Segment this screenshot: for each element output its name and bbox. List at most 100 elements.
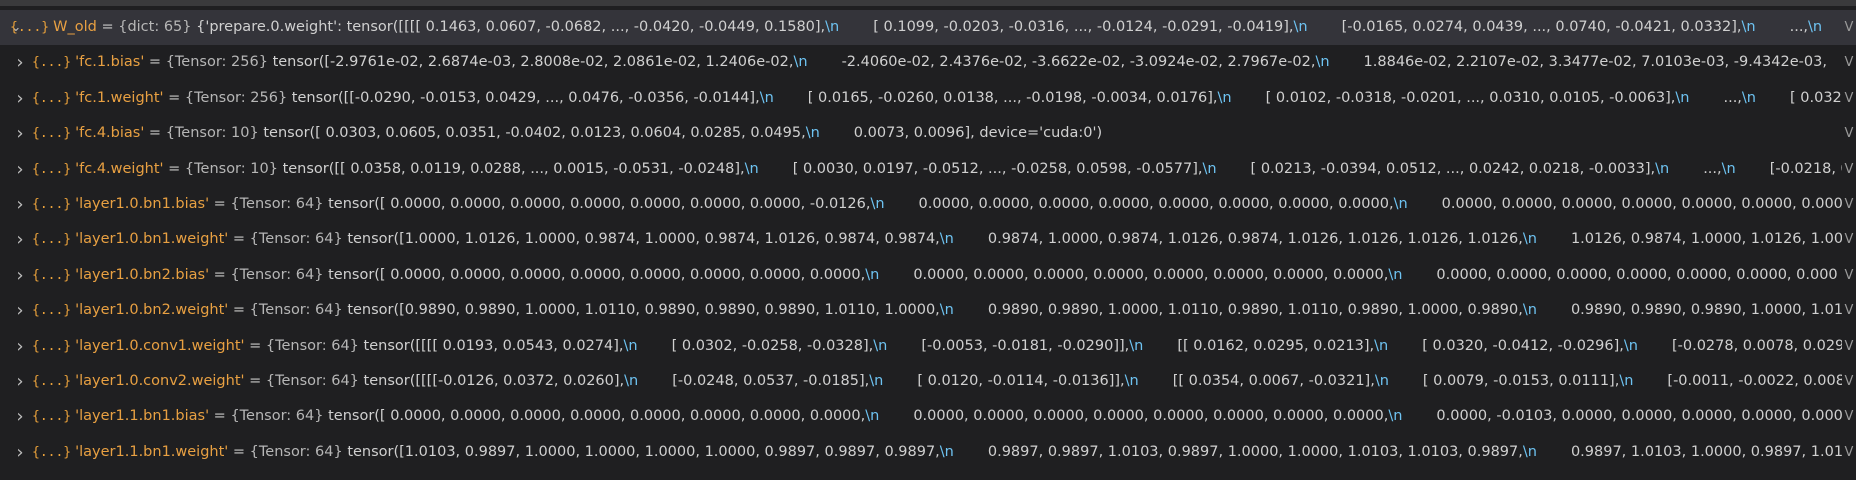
view-more-icon[interactable]: V — [1842, 328, 1856, 364]
equals-sign: = — [144, 54, 166, 71]
newline-escape: \n — [1675, 89, 1690, 106]
variable-row[interactable]: › {...}'layer1.1.bn1.weight' = {Tensor: 6… — [0, 434, 1856, 471]
chevron-right-icon[interactable]: › — [14, 187, 26, 222]
view-more-icon[interactable]: V — [1842, 363, 1856, 400]
chevron-right-icon[interactable]: › — [14, 152, 26, 187]
view-more-icon[interactable]: V — [1842, 10, 1856, 46]
view-more-icon[interactable]: V — [1842, 45, 1856, 81]
view-more-icon[interactable]: V — [1842, 80, 1856, 117]
variable-row[interactable]: › {...}'layer1.0.conv1.weight' = {Tensor:… — [0, 328, 1856, 364]
equals-sign: = — [244, 337, 266, 354]
value-segment: [-0.0278, 0.0078, 0.029 — [1671, 337, 1845, 354]
variable-row[interactable]: › {...}'fc.1.weight' = {Tensor: 256} tens… — [0, 80, 1856, 117]
value-segment: [ 0.0320, -0.0412, -0.0296], — [1422, 337, 1624, 354]
variable-row[interactable]: › {...}'fc.4.bias' = {Tensor: 10} tensor(… — [0, 116, 1856, 152]
view-more-icon[interactable]: V — [1842, 116, 1856, 152]
view-more-icon[interactable]: V — [1842, 399, 1856, 435]
dict-icon: {...} — [32, 161, 72, 177]
dict-icon: {...} — [10, 20, 50, 35]
equals-sign: = — [228, 302, 250, 319]
value-segment: [-0.0011, -0.0022, 0.008 — [1667, 372, 1845, 389]
root-variable-row[interactable]: ⌄ {...} W_old = {dict: 65} {'prepare.0.wei… — [0, 10, 1856, 46]
value-segment: 0.9890, 0.9890, 0.9890, 1.0000, 1.0110, … — [1570, 302, 1848, 319]
dict-icon: {...} — [32, 196, 72, 212]
view-more-icon[interactable]: V — [1842, 257, 1856, 294]
newline-escape: \n — [805, 125, 820, 142]
value-segment: 0.0000, 0.0000, 0.0000, 0.0000, 0.0000, … — [1436, 266, 1838, 283]
value-segment: tensor([ 0.0000, 0.0000, 0.0000, 0.0000,… — [328, 408, 866, 425]
variable-type: {Tensor: 64} — [265, 337, 364, 354]
value-segment: tensor([-2.9761e-02, 2.6874e-03, 2.8008e… — [272, 54, 794, 71]
newline-escape: \n — [1129, 337, 1144, 354]
chevron-right-icon[interactable]: › — [14, 293, 26, 328]
variable-row[interactable]: › {...}'layer1.0.bn1.bias' = {Tensor: 64}… — [0, 186, 1856, 223]
equals-sign: = — [163, 89, 185, 106]
newline-escape: \n — [623, 337, 638, 354]
value-segment: 0.0000, 0.0000, 0.0000, 0.0000, 0.0000, … — [918, 195, 1394, 212]
newline-escape: \n — [1619, 372, 1634, 389]
value-segment: tensor([ 0.0000, 0.0000, 0.0000, 0.0000,… — [328, 195, 871, 212]
value-segment: [ 0.0102, -0.0318, -0.0201, ..., 0.0310,… — [1265, 89, 1676, 106]
row-content: {...}'fc.4.weight' = {Tensor: 10} tensor… — [32, 152, 1848, 187]
newline-escape: \n — [873, 337, 888, 354]
value-segment: tensor([[-0.0290, -0.0153, 0.0429, ..., … — [291, 89, 760, 106]
value-segment: 0.9897, 1.0103, 1.0000, 0.9897, 1.0103, … — [1570, 443, 1848, 460]
variable-type: {Tensor: 64} — [249, 231, 348, 248]
variable-name: 'layer1.0.bn1.bias' — [75, 195, 210, 212]
variable-name: 'layer1.1.bn1.bias' — [75, 408, 210, 425]
view-more-icon[interactable]: V — [1842, 434, 1856, 471]
variable-row[interactable]: › {...}'fc.4.weight' = {Tensor: 10} tenso… — [0, 151, 1856, 187]
dict-icon: {...} — [32, 409, 72, 425]
variable-row[interactable]: › {...}'layer1.0.bn2.weight' = {Tensor: 6… — [0, 293, 1856, 329]
variable-name: 'fc.1.weight' — [75, 89, 164, 106]
newline-escape: \n — [1388, 408, 1403, 425]
value-segment: 0.9874, 1.0000, 0.9874, 1.0126, 0.9874, … — [987, 231, 1523, 248]
variable-name: 'fc.1.bias' — [75, 54, 145, 71]
row-content: {...}'fc.1.weight' = {Tensor: 256} tenso… — [32, 81, 1848, 116]
newline-escape: \n — [825, 19, 840, 35]
newline-escape: \n — [624, 372, 639, 389]
dict-icon: {...} — [32, 126, 72, 142]
value-segment: 0.0000, 0.0000, 0.0000, 0.0000, 0.0000, … — [913, 266, 1389, 283]
variable-row[interactable]: › {...}'fc.1.bias' = {Tensor: 256} tensor… — [0, 45, 1856, 81]
variable-type: {Tensor: 64} — [265, 372, 364, 389]
value-segment: tensor([ 0.0000, 0.0000, 0.0000, 0.0000,… — [328, 266, 866, 283]
variable-row[interactable]: › {...}'layer1.1.bn1.bias' = {Tensor: 64}… — [0, 399, 1856, 435]
chevron-right-icon[interactable]: › — [14, 116, 26, 151]
view-more-icon[interactable]: V — [1842, 186, 1856, 223]
value-segment: [ 0.0165, -0.0260, 0.0138, ..., -0.0198,… — [807, 89, 1218, 106]
variables-tree: ⌄ {...} W_old = {dict: 65} {'prepare.0.wei… — [0, 10, 1856, 471]
row-content: {...}'layer1.1.bn1.bias' = {Tensor: 64} … — [32, 399, 1848, 434]
chevron-right-icon[interactable]: › — [14, 364, 26, 399]
dict-icon: {...} — [32, 232, 72, 248]
row-content: {...}'layer1.0.bn1.bias' = {Tensor: 64} … — [32, 187, 1848, 222]
value-segment: tensor([ 0.0303, 0.0605, 0.0351, -0.0402… — [263, 125, 806, 142]
chevron-right-icon[interactable]: › — [14, 258, 26, 293]
view-more-icon[interactable]: V — [1842, 293, 1856, 329]
newline-escape: \n — [793, 54, 808, 71]
value-segment: tensor([[ 0.0358, 0.0119, 0.0288, ..., 0… — [282, 160, 745, 177]
variable-name: 'fc.4.bias' — [75, 125, 145, 142]
view-more-icon[interactable]: V — [1842, 222, 1856, 258]
value-segment: 0.0000, -0.0103, 0.0000, 0.0000, 0.0000,… — [1436, 408, 1843, 425]
view-more-icon[interactable]: V — [1842, 151, 1856, 187]
dict-icon: {...} — [32, 338, 72, 354]
chevron-right-icon[interactable]: › — [14, 45, 26, 80]
chevron-right-icon[interactable]: › — [14, 399, 26, 434]
newline-escape: \n — [1741, 19, 1756, 35]
chevron-right-icon[interactable]: › — [14, 81, 26, 116]
newline-escape: \n — [1808, 19, 1823, 35]
value-segment: [ 0.0320, -0.03 — [1790, 89, 1848, 106]
value-segment: 0.9890, 0.9890, 1.0000, 1.0110, 0.9890, … — [987, 302, 1523, 319]
variable-row[interactable]: › {...}'layer1.0.bn2.bias' = {Tensor: 64}… — [0, 257, 1856, 294]
chevron-right-icon[interactable]: › — [14, 435, 26, 470]
value-segment: 0.9897, 0.9897, 1.0103, 0.9897, 1.0000, … — [987, 443, 1523, 460]
newline-escape: \n — [744, 160, 759, 177]
variable-row[interactable]: › {...}'layer1.0.conv2.weight' = {Tensor:… — [0, 363, 1856, 400]
newline-escape: \n — [865, 408, 880, 425]
variable-name: 'layer1.0.conv1.weight' — [75, 337, 245, 354]
chevron-right-icon[interactable]: › — [14, 329, 26, 364]
variable-row[interactable]: › {...}'layer1.0.bn1.weight' = {Tensor: 6… — [0, 222, 1856, 258]
chevron-right-icon[interactable]: › — [14, 222, 26, 257]
value-segment: 0.0073, 0.0096], device='cuda:0') — [853, 125, 1103, 142]
